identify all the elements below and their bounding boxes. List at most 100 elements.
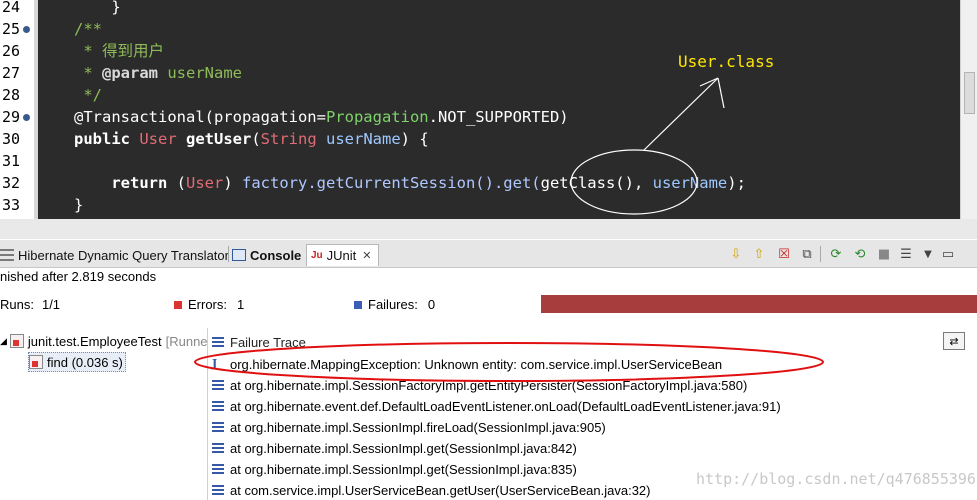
line-number: 32 (2, 174, 21, 192)
code-token: public (74, 130, 140, 148)
test-method-name: find (0.036 s) (47, 354, 123, 370)
code-token: userName (326, 130, 401, 148)
stack-trace-icon (212, 337, 224, 347)
tab-hibernate-query-translator[interactable]: Hibernate Dynamic Query Translator (0, 244, 229, 266)
tab-junit[interactable]: Ju JUnit ✕ (306, 244, 379, 266)
test-tree[interactable]: ◢ junit.test.EmployeeTest [Runne find (0… (0, 328, 208, 500)
translator-icon (0, 249, 14, 261)
code-token: userName (158, 64, 242, 82)
view-tab-bar: Hibernate Dynamic Query Translator Conso… (0, 240, 977, 268)
code-token: } (74, 196, 84, 214)
tree-node-test-class[interactable]: ◢ junit.test.EmployeeTest [Runne (0, 331, 208, 351)
annotation-arrow-head-b (717, 77, 725, 109)
code-line[interactable]: } (74, 194, 83, 216)
code-token: userName (652, 174, 728, 192)
stop-test-icon[interactable]: ■ (876, 246, 892, 262)
test-suite-error-icon (9, 334, 24, 348)
code-line[interactable]: } (74, 0, 121, 18)
stack-frame-icon (212, 380, 224, 390)
trace-text: at org.hibernate.impl.SessionImpl.fireLo… (230, 419, 606, 435)
code-token: ); (727, 174, 746, 192)
code-line[interactable]: /** (74, 18, 102, 40)
runs-value: 1/1 (41, 297, 61, 312)
scroll-lock-icon[interactable]: ⧉ (799, 246, 815, 262)
code-line[interactable]: @Transactional(propagation=Propagation.N… (74, 106, 569, 128)
trace-row[interactable]: at org.hibernate.impl.SessionImpl.get(Se… (212, 459, 577, 479)
junit-icon: Ju (311, 249, 323, 261)
code-line[interactable]: * 得到用户 (74, 40, 164, 62)
code-token: .getCurrentSession().get( (307, 174, 541, 192)
code-line[interactable]: * @param userName (74, 62, 242, 84)
console-icon (232, 249, 246, 261)
code-token: * 得到用户 (74, 42, 164, 60)
gutter-separator (34, 0, 38, 219)
trace-text: at org.hibernate.event.def.DefaultLoadEv… (230, 398, 781, 414)
test-error-icon (29, 355, 43, 369)
compare-result-button[interactable]: ⇄ (943, 332, 965, 350)
rerun-test-icon[interactable]: ⟳ (828, 246, 844, 262)
scrollbar-thumb[interactable] (964, 72, 975, 114)
stack-frame-icon (212, 422, 224, 432)
expand-arrow-icon[interactable]: ◢ (0, 336, 7, 347)
trace-row-exception[interactable]: J org.hibernate.MappingException: Unknow… (212, 354, 722, 374)
trace-row[interactable]: at com.service.impl.UserServiceBean.getU… (212, 480, 651, 500)
panel-splitter[interactable] (0, 219, 977, 239)
runs-label: Runs: (0, 297, 34, 312)
test-history-icon[interactable]: ☰ (898, 246, 914, 262)
code-token: getUser (186, 130, 252, 148)
code-editor[interactable]: 24 25 26 27 28 29 30 31 32 33 }/** * 得到用户 * @para… (0, 0, 977, 219)
trace-row[interactable]: at org.hibernate.impl.SessionFactoryImpl… (212, 375, 747, 395)
trace-text: at org.hibernate.impl.SessionImpl.get(Se… (230, 440, 577, 456)
rerun-failed-first-icon[interactable]: ⟲ (852, 246, 868, 262)
next-failure-icon[interactable]: ⇩ (728, 246, 744, 262)
failures-label: Failures: (368, 297, 418, 312)
failure-trace-title: Failure Trace (230, 334, 306, 350)
test-runner-suffix: [Runne (165, 333, 208, 349)
test-progress-bar (541, 295, 977, 313)
failures-value: 0 (427, 297, 436, 312)
trace-row[interactable]: at org.hibernate.event.def.DefaultLoadEv… (212, 396, 781, 416)
trace-text: org.hibernate.MappingException: Unknown … (230, 356, 723, 372)
code-token: User (186, 174, 224, 192)
stack-frame-icon (212, 443, 224, 453)
fold-marker-icon[interactable] (23, 26, 30, 33)
fold-marker-icon[interactable] (23, 114, 30, 121)
annotation-arrow-head-a (699, 77, 719, 87)
line-number: 24 (2, 0, 21, 16)
code-token: Propagation (325, 108, 429, 126)
code-token: User (139, 130, 186, 148)
code-token: } (74, 0, 121, 16)
code-token: factory (242, 174, 308, 192)
tab-console[interactable]: Console (232, 244, 301, 266)
show-failures-only-icon[interactable]: ☒ (776, 246, 792, 262)
code-line[interactable]: */ (74, 84, 102, 106)
watermark: http://blog.csdn.net/q476855396 (696, 470, 976, 488)
previous-failure-icon[interactable]: ⇧ (751, 246, 767, 262)
tab-label: Hibernate Dynamic Query Translator (18, 247, 229, 263)
trace-text: at org.hibernate.impl.SessionFactoryImpl… (230, 377, 748, 393)
stack-frame-icon (212, 401, 224, 411)
trace-text: at com.service.impl.UserServiceBean.getU… (230, 482, 651, 498)
annotation-arrow-line (643, 77, 719, 151)
code-token: /** (74, 20, 102, 38)
line-number: 30 (2, 130, 21, 148)
editor-vertical-scrollbar[interactable] (960, 0, 977, 219)
line-number: 27 (2, 64, 21, 82)
code-token: */ (74, 86, 102, 104)
trace-row[interactable]: at org.hibernate.impl.SessionImpl.get(Se… (212, 438, 577, 458)
trace-row[interactable]: at org.hibernate.impl.SessionImpl.fireLo… (212, 417, 606, 437)
tree-node-find[interactable]: find (0.036 s) (28, 352, 126, 372)
view-menu-icon[interactable]: ▼ (920, 246, 936, 262)
close-tab-icon[interactable]: ✕ (362, 249, 371, 262)
code-token: ( (176, 174, 186, 192)
code-token: ( (251, 130, 261, 148)
code-line[interactable]: return (User) factory.getCurrentSession(… (74, 172, 746, 194)
line-number: 31 (2, 152, 21, 170)
line-number: 28 (2, 86, 21, 104)
code-token: .NOT_SUPPORTED) (428, 108, 569, 126)
trace-text: at org.hibernate.impl.SessionImpl.get(Se… (230, 461, 577, 477)
minimize-view-icon[interactable]: ▭ (940, 246, 956, 262)
errors-label: Errors: (188, 297, 227, 312)
code-line[interactable]: public User getUser(String userName) { (74, 128, 429, 150)
code-token: @param (102, 64, 158, 82)
